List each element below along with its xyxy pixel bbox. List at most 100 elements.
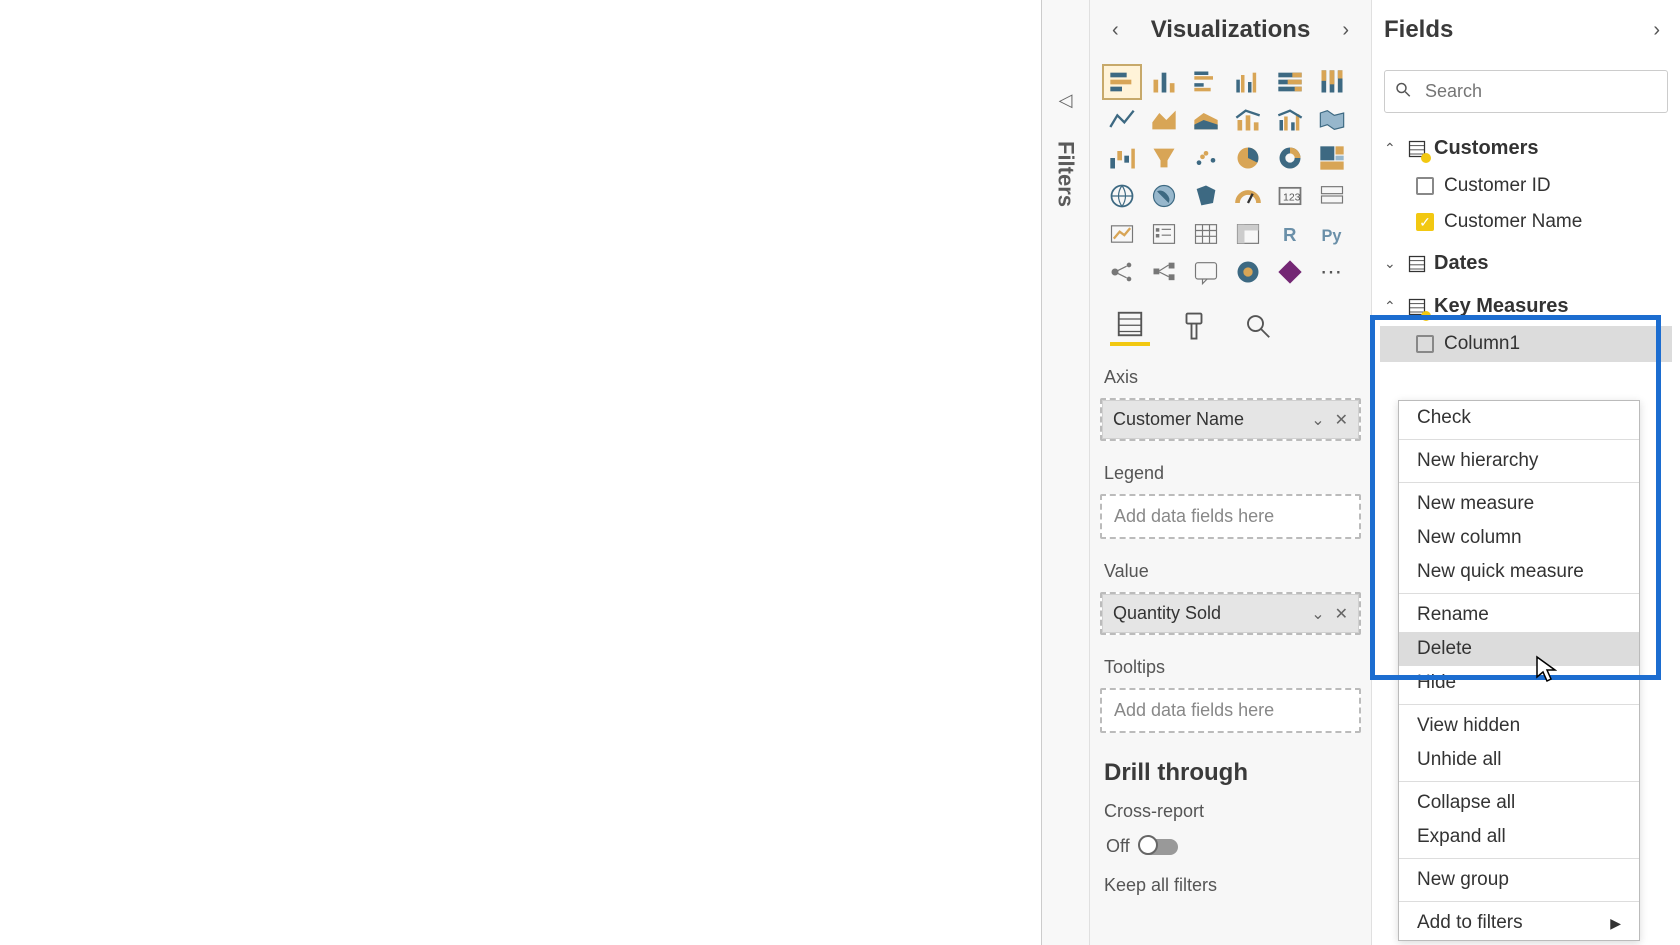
remove-field-icon[interactable]: ✕ [1335,410,1348,430]
viz-scatter-icon[interactable] [1186,140,1226,176]
viz-powerapps-icon[interactable] [1270,254,1310,290]
viz-area-chart-icon[interactable] [1144,102,1184,138]
viz-kpi-icon[interactable] [1102,216,1142,252]
viz-card-icon[interactable]: 123 [1270,178,1310,214]
viz-line-clustered-column-icon[interactable] [1270,102,1310,138]
viz-python-visual-icon[interactable]: Py [1312,216,1352,252]
search-input[interactable] [1384,70,1668,113]
cross-report-toggle[interactable]: Off [1100,828,1361,865]
viz-clustered-column-icon[interactable] [1228,64,1268,100]
chevron-down-icon[interactable]: ⌄ [1311,604,1324,624]
menu-collapse-all[interactable]: Collapse all [1399,786,1639,820]
filters-pane-label: Filters [1053,141,1079,207]
viz-table-icon[interactable] [1186,216,1226,252]
chevron-up-icon[interactable]: ⌃ [1384,140,1400,157]
report-canvas[interactable] [0,0,1042,945]
viz-waterfall-icon[interactable] [1102,140,1142,176]
viz-100-stacked-column-icon[interactable] [1312,64,1352,100]
value-label: Value [1100,547,1361,588]
viz-r-visual-icon[interactable]: R [1270,216,1310,252]
legend-well[interactable]: Add data fields here [1100,494,1361,539]
checkbox-icon[interactable] [1416,335,1434,353]
fields-search[interactable] [1384,70,1668,113]
viz-funnel-icon[interactable] [1144,140,1184,176]
viz-gauge-icon[interactable] [1228,178,1268,214]
axis-well[interactable]: Customer Name ⌄ ✕ [1100,398,1361,441]
chevron-left-icon[interactable]: ‹ [1104,15,1127,46]
format-tab-icon[interactable] [1174,306,1214,346]
visualization-gallery: 123 R Py [1100,60,1361,300]
axis-field-pill[interactable]: Customer Name ⌄ ✕ [1102,400,1359,439]
viz-multirow-card-icon[interactable] [1312,178,1352,214]
viz-pie-icon[interactable] [1228,140,1268,176]
viz-line-chart-icon[interactable] [1102,102,1142,138]
menu-add-to-filters[interactable]: Add to filters ▶ [1399,906,1639,940]
chevron-right-icon[interactable]: › [1334,15,1357,46]
drill-through-heading: Drill through [1100,741,1361,795]
table-name: Dates [1434,252,1488,275]
viz-stacked-area-icon[interactable] [1186,102,1226,138]
expand-filters-icon[interactable]: ◁ [1059,90,1073,111]
viz-100-stacked-bar-icon[interactable] [1270,64,1310,100]
menu-rename[interactable]: Rename [1399,598,1639,632]
viz-line-stacked-column-icon[interactable] [1228,102,1268,138]
legend-label: Legend [1100,449,1361,490]
viz-map-icon[interactable] [1102,178,1142,214]
menu-delete[interactable]: Delete [1399,632,1639,666]
viz-arcgis-icon[interactable] [1228,254,1268,290]
field-label: Customer Name [1444,211,1582,233]
table-header-customers[interactable]: ⌃ Customers [1380,129,1672,168]
chevron-down-icon[interactable]: ⌄ [1311,410,1324,430]
viz-stacked-bar-icon[interactable] [1102,64,1142,100]
viz-ribbon-icon[interactable] [1312,102,1352,138]
axis-label: Axis [1100,353,1361,394]
viz-matrix-icon[interactable] [1228,216,1268,252]
search-icon [1394,80,1412,103]
cross-report-state: Off [1106,836,1130,857]
viz-clustered-bar-icon[interactable] [1186,64,1226,100]
viz-more-icon[interactable]: ⋯ [1312,254,1352,290]
tooltips-well[interactable]: Add data fields here [1100,688,1361,733]
visualizations-title: Visualizations [1151,16,1311,44]
viz-slicer-icon[interactable] [1144,216,1184,252]
fields-tab-icon[interactable] [1110,306,1150,346]
menu-new-group[interactable]: New group [1399,863,1639,897]
field-column1[interactable]: Column1 [1380,326,1672,362]
chevron-down-icon[interactable]: ⌄ [1384,255,1400,272]
table-customers: ⌃ Customers Customer ID ✓ Customer Name [1380,127,1672,242]
chevron-up-icon[interactable]: ⌃ [1384,298,1400,315]
table-header-key-measures[interactable]: ⌃ Key Measures [1380,287,1672,326]
field-customer-name[interactable]: ✓ Customer Name [1380,204,1672,240]
menu-new-measure[interactable]: New measure [1399,487,1639,521]
toggle-off-icon[interactable] [1140,839,1178,855]
checkbox-icon[interactable] [1416,177,1434,195]
menu-view-hidden[interactable]: View hidden [1399,709,1639,743]
filters-pane-collapsed[interactable]: ◁ Filters [1042,0,1090,945]
value-well[interactable]: Quantity Sold ⌄ ✕ [1100,592,1361,635]
viz-donut-icon[interactable] [1270,140,1310,176]
viz-filled-map-icon[interactable] [1144,178,1184,214]
analytics-tab-icon[interactable] [1238,306,1278,346]
menu-expand-all[interactable]: Expand all [1399,820,1639,854]
chevron-right-icon[interactable]: › [1645,15,1668,46]
table-icon [1406,253,1428,275]
menu-unhide-all[interactable]: Unhide all [1399,743,1639,777]
table-name: Customers [1434,137,1538,160]
viz-shape-map-icon[interactable] [1186,178,1226,214]
checkbox-checked-icon[interactable]: ✓ [1416,213,1434,231]
menu-new-quick-measure[interactable]: New quick measure [1399,555,1639,589]
menu-new-column[interactable]: New column [1399,521,1639,555]
viz-key-influencers-icon[interactable] [1102,254,1142,290]
fields-title: Fields [1384,16,1453,44]
viz-stacked-column-icon[interactable] [1144,64,1184,100]
value-field-pill[interactable]: Quantity Sold ⌄ ✕ [1102,594,1359,633]
menu-hide[interactable]: Hide [1399,666,1639,700]
remove-field-icon[interactable]: ✕ [1335,604,1348,624]
viz-qa-icon[interactable] [1186,254,1226,290]
table-header-dates[interactable]: ⌄ Dates [1380,244,1672,283]
viz-treemap-icon[interactable] [1312,140,1352,176]
field-customer-id[interactable]: Customer ID [1380,168,1672,204]
menu-check[interactable]: Check [1399,401,1639,435]
menu-new-hierarchy[interactable]: New hierarchy [1399,444,1639,478]
viz-decomposition-tree-icon[interactable] [1144,254,1184,290]
